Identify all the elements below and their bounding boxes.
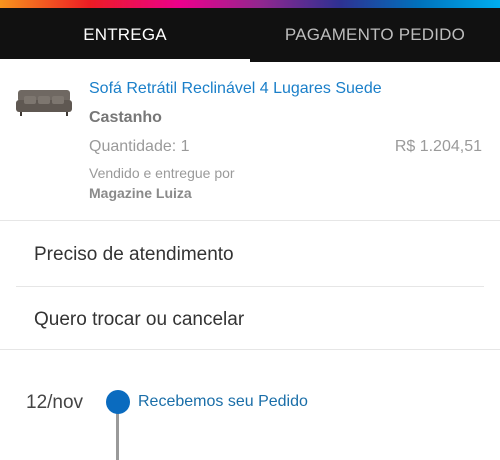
product-color: Castanho	[89, 109, 162, 126]
tab-bar: ENTREGA PAGAMENTO PEDIDO	[0, 8, 500, 62]
timeline-date: 12/nov	[26, 392, 84, 413]
timeline-dot-icon	[106, 390, 130, 414]
product-quantity: Quantidade: 1	[89, 138, 190, 155]
rainbow-top-bar	[0, 0, 500, 8]
divider	[0, 349, 500, 350]
tab-pagamento-label: PAGAMENTO PEDIDO	[284, 25, 466, 44]
tab-entrega-label: ENTREGA	[83, 25, 167, 44]
divider	[16, 286, 484, 287]
divider	[0, 220, 500, 221]
tab-entrega[interactable]: ENTREGA	[0, 8, 250, 62]
timeline-status: Recebemos seu Pedido	[138, 393, 308, 410]
sold-by-label: Vendido e entregue por	[89, 165, 235, 181]
active-tab-indicator	[0, 59, 250, 62]
product-price: R$ 1.204,51	[394, 138, 482, 155]
timeline-line	[116, 410, 119, 460]
sofa-icon	[16, 90, 72, 116]
exchange-cancel-option[interactable]: Quero trocar ou cancelar	[34, 309, 244, 331]
support-option[interactable]: Preciso de atendimento	[34, 244, 234, 266]
product-title-link[interactable]: Sofá Retrátil Reclinável 4 Lugares Suede	[89, 80, 382, 98]
tab-pagamento-pedido[interactable]: PAGAMENTO PEDIDO	[250, 8, 500, 62]
seller-name: Magazine Luiza	[89, 185, 192, 201]
